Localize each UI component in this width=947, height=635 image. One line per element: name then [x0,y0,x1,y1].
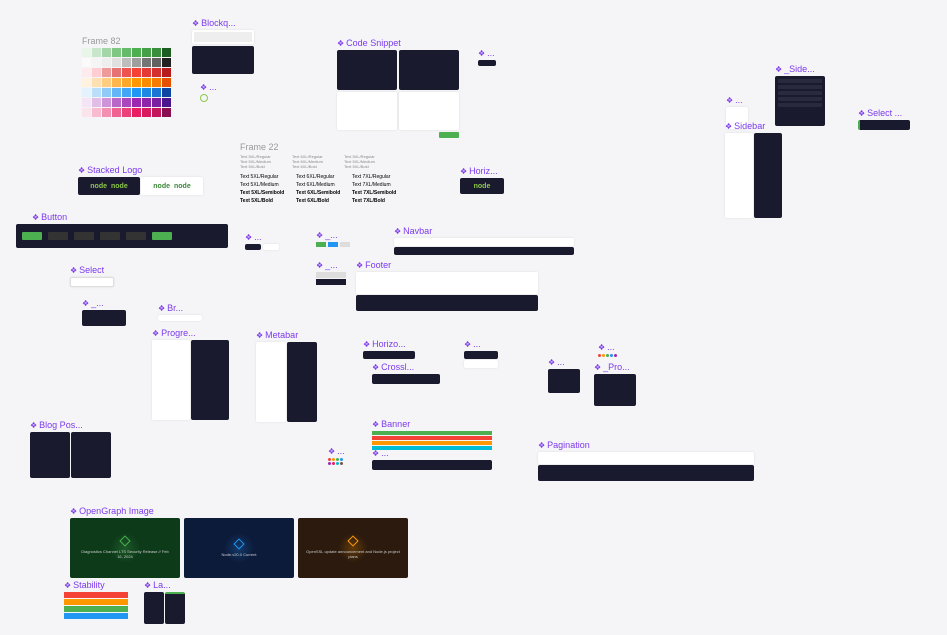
sidebar-component[interactable]: Sidebar [725,121,782,218]
progress-component[interactable]: Progre... [152,328,229,420]
dots-component-2[interactable]: ... [478,48,496,66]
profile-component[interactable]: _Pro... [594,362,636,406]
blogpost-component[interactable]: Blog Pos... [30,420,111,478]
button-component[interactable]: Button [16,212,228,248]
select-component[interactable]: Select [70,265,114,287]
dots-component-7[interactable]: ... [598,342,617,357]
select-dark-component[interactable]: Select ... [858,108,910,130]
dots-component-5[interactable]: ... [464,339,498,368]
metabar-component[interactable]: Metabar [256,330,317,422]
side-dark-component[interactable]: _Side... [775,64,825,126]
stacked-logo-component[interactable]: Stacked Logo nodenode nodenode [78,165,203,195]
pagination-component[interactable]: Pagination [538,440,754,481]
frame-22: Frame 22 Text 5XL/RegularText 5XL/Medium… [240,142,400,205]
footer-component[interactable]: Footer [356,260,538,311]
underscore-component-1[interactable]: _... [316,230,350,247]
dots-component-4[interactable]: ... [245,232,279,250]
banner-component[interactable]: Banner [372,419,492,450]
dots-component-9[interactable]: ... [372,448,492,470]
crosslink-component[interactable]: Crossl... [372,362,440,384]
underscore-component-3[interactable]: _... [82,298,126,326]
dots-component-6[interactable]: ... [548,357,580,393]
stability-component[interactable]: Stability [64,580,128,619]
dots-component-1[interactable]: ... [200,82,217,102]
color-palette [82,48,171,117]
horiz-logo-component[interactable]: Horiz... node [460,166,504,194]
language-component[interactable]: La... [144,580,185,624]
blockquote-component[interactable]: Blockq... [192,18,254,74]
frame-82: Frame 82 [82,36,171,117]
navbar-component[interactable]: Navbar [394,226,574,255]
typography-list: Text 5XL/RegularText 6XL/RegularText 7XL… [240,173,400,205]
opengraph-component[interactable]: OpenGraph Image Diagnostics Channel LTS … [70,506,408,578]
code-snippet-component[interactable]: Code Snippet [337,38,459,138]
breadcrumb-component[interactable]: Br... [158,303,202,321]
dots-component-8[interactable]: ... [328,446,345,465]
underscore-component-2[interactable]: _... [316,260,346,285]
horizontal-component[interactable]: Horizo... [363,339,415,359]
